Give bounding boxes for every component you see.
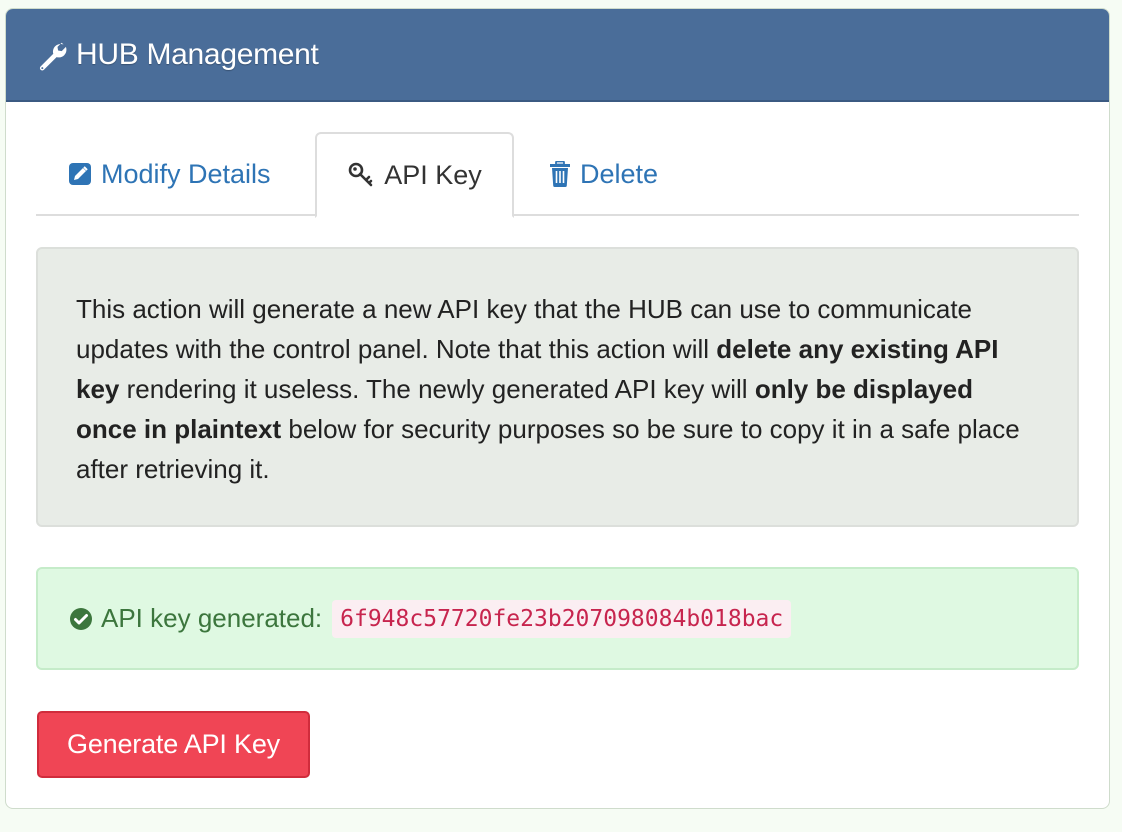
hub-management-panel: HUB Management Modify Details API Key De…: [5, 8, 1110, 809]
edit-icon: [69, 163, 91, 185]
success-alert: API key generated: 6f948c57720fe23b20709…: [36, 567, 1079, 670]
tab-api-key[interactable]: API Key: [315, 132, 514, 218]
panel-title: HUB Management: [76, 37, 319, 71]
tab-delete-label: Delete: [580, 158, 659, 189]
key-icon: [348, 162, 373, 187]
generate-api-key-button[interactable]: Generate API Key: [37, 711, 310, 778]
info-text-part2: rendering it useless. The newly generate…: [119, 374, 755, 404]
api-key-value[interactable]: 6f948c57720fe23b207098084b018bac: [332, 599, 792, 638]
tab-api-key-label: API Key: [384, 159, 482, 190]
tab-delete[interactable]: Delete: [549, 132, 658, 216]
trash-icon: [550, 161, 570, 187]
tab-modify-details[interactable]: Modify Details: [68, 132, 271, 216]
alert-label: API key generated:: [101, 603, 323, 633]
wrench-icon: [39, 42, 67, 70]
check-circle-icon: [70, 607, 92, 630]
tab-modify-details-label: Modify Details: [101, 158, 271, 189]
api-key-info: This action will generate a new API key …: [36, 247, 1079, 527]
tab-bar: Modify Details API Key Delete: [36, 132, 1079, 218]
panel-heading: HUB Management: [6, 9, 1109, 102]
